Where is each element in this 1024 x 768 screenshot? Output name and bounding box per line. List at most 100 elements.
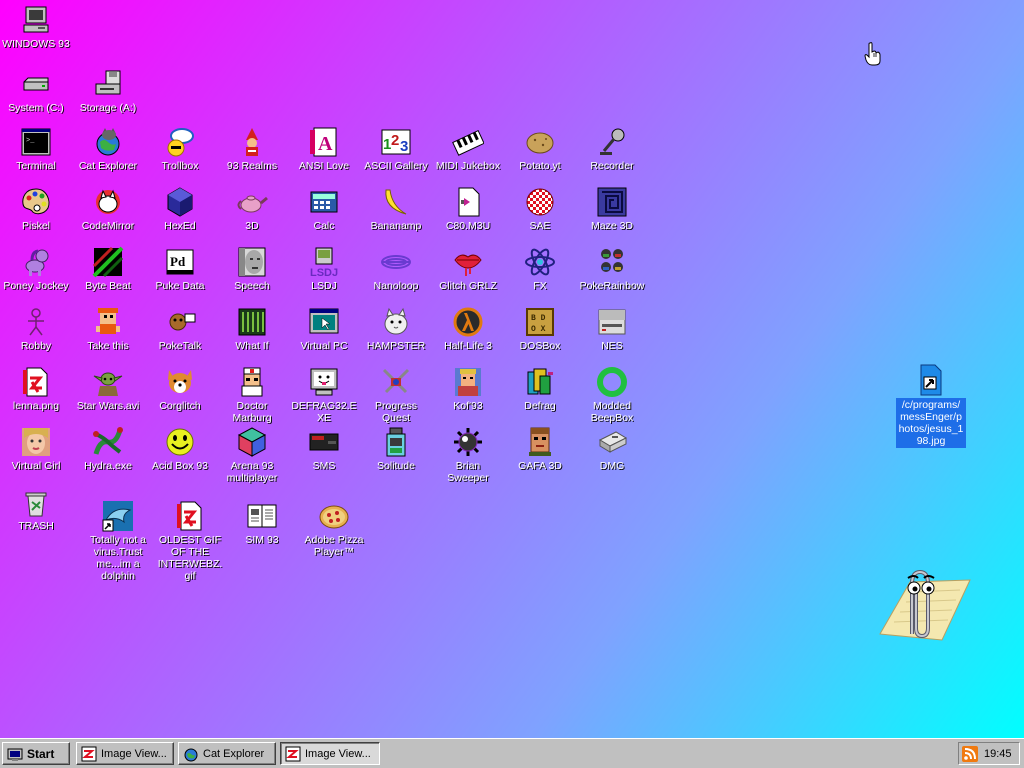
desktop-icon-hexed[interactable]: HexEd [144, 186, 216, 232]
desktop-icon-calc[interactable]: Calc [288, 186, 360, 232]
desktop-icon-doctor-marburg[interactable]: Doctor Marburg [216, 366, 288, 424]
icon-label: Terminal [16, 160, 56, 172]
icon-label: Acid Box 93 [151, 460, 209, 472]
desktop-icon-codemirror[interactable]: CodeMirror [72, 186, 144, 232]
desktop-icon-3d[interactable]: 3D [216, 186, 288, 232]
start-button[interactable]: Start [2, 742, 70, 765]
desktop-icon-solitude[interactable]: Solitude [360, 426, 432, 472]
paperclip-assistant-icon[interactable] [872, 562, 972, 644]
icon-label: /c/programs/messEnger/photos/jesus_198.j… [896, 398, 966, 448]
desktop-icon-robby[interactable]: Robby [0, 306, 72, 352]
desktop-icon-dmg[interactable]: DMG [576, 426, 648, 472]
icon-label: Kof'93 [453, 400, 483, 412]
desktop-icon-take-this[interactable]: Take this [72, 306, 144, 352]
desktop-icon-system-c[interactable]: System (C:) [0, 68, 72, 114]
desktop-icon-hampster[interactable]: HAMPSTER [360, 306, 432, 352]
desktop-icon-trollbox[interactable]: Trollbox [144, 126, 216, 172]
desktop-icon-half-life-3[interactable]: Half-Life 3 [432, 306, 504, 352]
svg-text:Pd: Pd [170, 254, 186, 269]
image-viewer-icon [81, 746, 97, 761]
mage-icon [236, 126, 268, 158]
desktop-icon-brian-sweeper[interactable]: Brian Sweeper [432, 426, 504, 484]
desktop-icon-storage-a[interactable]: Storage (A:) [72, 68, 144, 114]
icon-label: MIDI Jukebox [435, 160, 501, 172]
desktop-icon-progress-quest[interactable]: Progress Quest [360, 366, 432, 424]
desktop-icon-nes[interactable]: NES [576, 306, 648, 352]
desktop-icon-acid-box-93[interactable]: Acid Box 93 [144, 426, 216, 472]
desktop-icon-adobe-pizza-player[interactable]: Adobe Pizza Player™ [298, 500, 370, 558]
task-button-image-viewer-2[interactable]: Image View... [280, 742, 380, 765]
desktop-icon-poketalk[interactable]: PokeTalk [144, 306, 216, 352]
desktop-icon-what-if[interactable]: What If [216, 306, 288, 352]
desktop-icon-dosbox[interactable]: B D O X DOSBox [504, 306, 576, 352]
desktop-icon-terminal[interactable]: >_ Terminal [0, 126, 72, 172]
desktop-icon-star-wars[interactable]: Star Wars.avi [72, 366, 144, 412]
desktop-icon-oldest-gif[interactable]: OLDEST GIF OF THE INTERWEBZ.gif [154, 500, 226, 582]
icon-label: Totally not a virus.Trust me...im a dolp… [89, 534, 147, 582]
desktop-icon-ansi-love[interactable]: A ANSI Love [288, 126, 360, 172]
desktop-icon-93-realms[interactable]: 93 Realms [216, 126, 288, 172]
desktop-icon-byte-beat[interactable]: Byte Beat [72, 246, 144, 292]
desktop-icon-pokerainbow[interactable]: PokeRainbow [576, 246, 648, 292]
desktop-icon-fx[interactable]: FX [504, 246, 576, 292]
icon-label: SIM 93 [245, 534, 279, 546]
desktop-icon-virtual-pc[interactable]: Virtual PC [288, 306, 360, 352]
desktop-icon-hydra-exe[interactable]: Hydra.exe [72, 426, 144, 472]
svg-text:>_: >_ [26, 137, 35, 145]
svg-text:LSDJ: LSDJ [310, 267, 338, 278]
desktop-icon-sae[interactable]: SAE [504, 186, 576, 232]
mine-icon [452, 426, 484, 458]
desktop-icon-bananamp[interactable]: Bananamp [360, 186, 432, 232]
desktop-icon-dolphin[interactable]: Totally not a virus.Trust me...im a dolp… [82, 500, 154, 582]
icon-label: DEFRAG32.EXE [291, 400, 357, 424]
icon-label: Modded BeepBox [590, 400, 634, 424]
desktop-icon-midi-jukebox[interactable]: MIDI Jukebox [432, 126, 504, 172]
cube-icon [236, 426, 268, 458]
solitude-icon [380, 426, 412, 458]
icon-label: Corglitch [159, 400, 201, 412]
desktop-icon-poney-jockey[interactable]: Poney Jockey [0, 246, 72, 292]
desktop-icon-puke-data[interactable]: Pd Puke Data [144, 246, 216, 292]
desktop-icon-corglitch[interactable]: Corglitch [144, 366, 216, 412]
desktop-icon-defrag[interactable]: Defrag [504, 366, 576, 412]
image-file-icon [20, 366, 52, 398]
desktop-icon-ascii-gallery[interactable]: 123 ASCII Gallery [360, 126, 432, 172]
desktop-icon-gafa-3d[interactable]: GAFA 3D [504, 426, 576, 472]
icon-label: Byte Beat [85, 280, 131, 292]
desktop-icon-trash[interactable]: TRASH [0, 486, 72, 532]
icon-label: Poney Jockey [3, 280, 69, 292]
task-button-cat-explorer[interactable]: Cat Explorer [178, 742, 276, 765]
icon-label: Storage (A:) [79, 102, 137, 114]
desktop-icon-cat-explorer[interactable]: Cat Explorer [72, 126, 144, 172]
desktop-icon-lsdj[interactable]: LSDJ LSDJ [288, 246, 360, 292]
icon-label: Recorder [590, 160, 634, 172]
desktop-icon-selected-file[interactable]: /c/programs/messEnger/photos/jesus_198.j… [896, 364, 966, 448]
desktop-icon-glitch-grlz[interactable]: Glitch GRLZ [432, 246, 504, 292]
desktop-icon-nanoloop[interactable]: Nanoloop [360, 246, 432, 292]
icon-label: Puke Data [155, 280, 205, 292]
svg-text:A: A [318, 133, 333, 155]
desktop-icon-recorder[interactable]: Recorder [576, 126, 648, 172]
desktop-icon-kof93[interactable]: Kof'93 [432, 366, 504, 412]
desktop-icon-potato[interactable]: Potato.yt [504, 126, 576, 172]
desktop-icon-modded-beepbox[interactable]: Modded BeepBox [576, 366, 648, 424]
desktop-icon-speech[interactable]: Speech [216, 246, 288, 292]
desktop-icon-defrag32-exe[interactable]: DEFRAG32.EXE [288, 366, 360, 424]
desktop-icon-piskel[interactable]: Piskel [0, 186, 72, 232]
desktop-icon-arena-93[interactable]: Arena 93 multiplayer [216, 426, 288, 484]
maze-icon [596, 186, 628, 218]
desktop-icon-c80-m3u[interactable]: C80.M3U [432, 186, 504, 232]
icon-label: C80.M3U [445, 220, 491, 232]
desktop-icon-maze-3d[interactable]: Maze 3D [576, 186, 648, 232]
desktop-icon-windows93[interactable]: WINDOWS 93 [0, 4, 72, 50]
desktop-icon-lenna-png[interactable]: lenna.png [0, 366, 72, 412]
icon-label: Star Wars.avi [76, 400, 140, 412]
file-shortcut-icon [915, 364, 947, 396]
clock[interactable]: 19:45 [984, 748, 1012, 760]
task-button-image-viewer-1[interactable]: Image View... [76, 742, 174, 765]
desktop-icon-sim-93[interactable]: SIM 93 [226, 500, 298, 546]
desktop-icon-virtual-girl[interactable]: Virtual Girl [0, 426, 72, 472]
desktop-icon-sms[interactable]: SMS [288, 426, 360, 472]
rss-icon[interactable] [962, 745, 978, 762]
icon-label: Glitch GRLZ [439, 280, 497, 292]
